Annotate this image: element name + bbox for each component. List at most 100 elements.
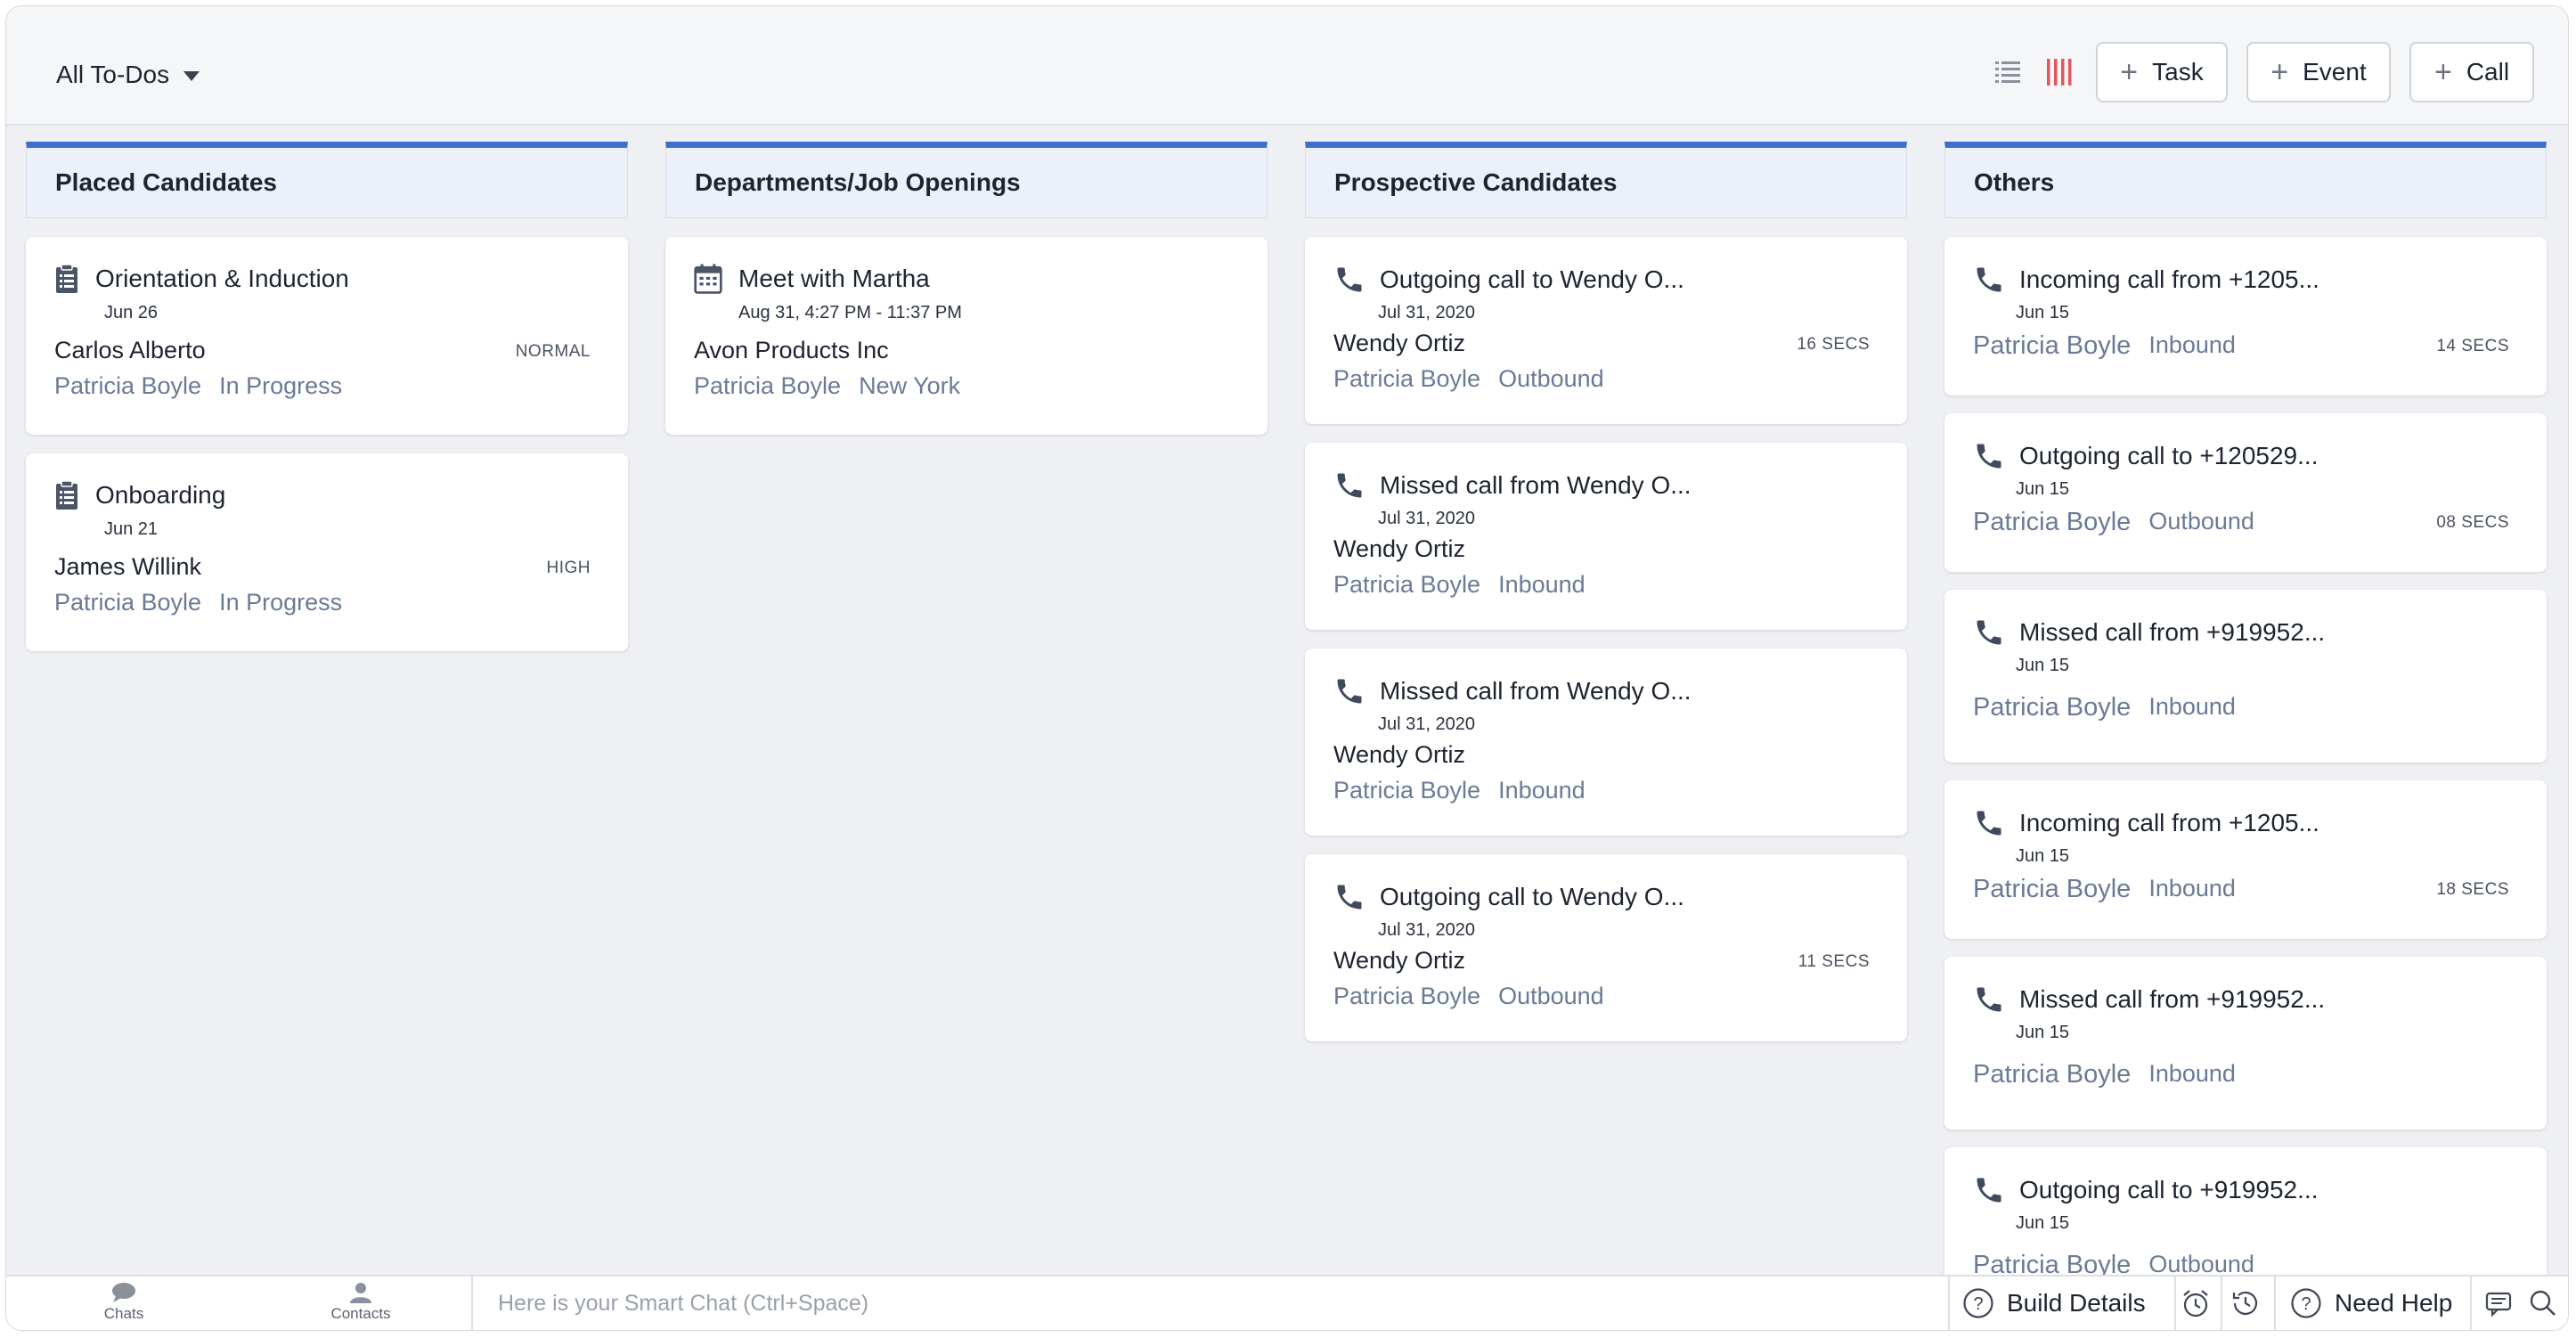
call-duration: 14 SECS [2436,337,2509,355]
phone-icon [1337,679,1362,704]
todo-card[interactable]: Onboarding Jun 21 James Willink HIGH Pat… [26,453,628,651]
card-title: Missed call from +919952... [2019,618,2326,646]
card-date: Jun 15 [2016,1213,2070,1233]
add-event-button[interactable]: + Event [2246,42,2391,102]
contacts-label: Contacts [330,1305,391,1322]
chats-tab[interactable]: Chats [84,1282,164,1323]
phone-icon [1337,473,1362,498]
column-header: Others [1944,142,2547,218]
contacts-tab[interactable]: Contacts [321,1282,401,1323]
need-help-button[interactable]: ? Need Help [2290,1277,2452,1330]
bottom-bar: Chats Contacts Here is your Smart Chat (… [6,1275,2568,1330]
todo-card[interactable]: Orientation & Induction Jun 26 Carlos Al… [26,237,628,435]
call-direction: Inbound [2148,875,2236,902]
card-date: Jul 31, 2020 [1378,303,1475,322]
column-prospective-candidates: Prospective Candidates Outgoing call to … [1305,142,1907,1041]
phone-icon [1977,444,2001,469]
plus-icon: + [2433,55,2452,89]
card-subject: Wendy Ortiz [1333,741,1466,768]
column-header: Prospective Candidates [1305,142,1907,218]
call-direction: Outbound [1498,983,1604,1009]
svg-text:?: ? [2301,1294,2311,1314]
card-date: Jul 31, 2020 [1378,920,1475,940]
view-selector-label: All To-Dos [56,61,170,88]
todo-card[interactable]: Outgoing call to Wendy O... Jul 31, 2020… [1305,854,1907,1041]
card-owner: Patricia Boyle [1973,1060,2132,1089]
message-board-icon[interactable] [2481,1285,2516,1321]
card-title: Outgoing call to Wendy O... [1380,265,1684,293]
calendar-icon [694,264,722,294]
card-title: Onboarding [95,481,226,509]
card-status: In Progress [219,372,343,399]
card-location: New York [859,372,961,399]
card-owner: Patricia Boyle [1333,365,1481,392]
svg-text:?: ? [1973,1294,1983,1314]
card-title: Outgoing call to Wendy O... [1380,883,1684,910]
card-status: In Progress [219,589,343,616]
history-icon[interactable] [2228,1285,2263,1321]
list-view-icon[interactable] [1991,54,2025,90]
card-owner: Patricia Boyle [1333,777,1481,804]
priority-badge: NORMAL [515,342,591,361]
call-direction: Inbound [1498,777,1586,804]
todo-card[interactable]: Missed call from Wendy O... Jul 31, 2020… [1305,443,1907,630]
column-title: Others [1974,168,2055,196]
card-subject: Carlos Alberto [54,337,206,363]
call-direction: Inbound [2148,693,2236,720]
build-details-label: Build Details [2007,1289,2146,1317]
card-owner: Patricia Boyle [54,589,202,616]
priority-badge: HIGH [546,559,591,577]
call-duration: 08 SECS [2436,513,2509,532]
call-direction: Inbound [2148,1060,2236,1087]
alarm-clock-icon[interactable] [2178,1285,2213,1321]
todo-card[interactable]: Outgoing call to Wendy O... Jul 31, 2020… [1305,237,1907,424]
call-duration: 16 SECS [1797,335,1870,354]
card-owner: Patricia Boyle [1973,508,2132,536]
phone-icon [1337,885,1362,910]
view-selector[interactable]: All To-Dos [56,53,200,97]
help-circle-icon: ? [2291,1288,2321,1318]
card-date: Jun 15 [2016,656,2070,675]
card-title: Incoming call from +1205... [2019,809,2319,836]
card-subject: James Willink [54,553,202,580]
card-owner: Patricia Boyle [1973,875,2132,903]
todo-card[interactable]: Missed call from Wendy O... Jul 31, 2020… [1305,649,1907,836]
todo-card[interactable]: Missed call from +919952... Jun 15 Patri… [1944,957,2547,1130]
todo-card[interactable]: Incoming call from +1205... Jun 15 Patri… [1944,237,2547,396]
todo-card[interactable]: Missed call from +919952... Jun 15 Patri… [1944,590,2547,763]
card-date: Jun 26 [104,303,159,322]
add-event-label: Event [2303,58,2367,86]
add-task-button[interactable]: + Task [2096,42,2228,102]
card-owner: Patricia Boyle [1973,693,2132,722]
build-details-button[interactable]: ? Build Details [1962,1277,2146,1330]
card-date: Jun 15 [2016,303,2070,322]
call-direction: Inbound [2148,331,2236,358]
chat-bubble-icon [112,1283,135,1302]
column-header: Placed Candidates [26,142,628,218]
card-title: Outgoing call to +919952... [2019,1176,2319,1203]
call-direction: Inbound [1498,571,1586,598]
card-title: Outgoing call to +120529... [2019,442,2319,469]
plus-icon: + [2270,55,2289,89]
card-title: Meet with Martha [738,265,930,292]
card-title: Incoming call from +1205... [2019,265,2319,293]
card-date: Jul 31, 2020 [1378,714,1475,734]
phone-icon [1977,811,2001,836]
card-owner: Patricia Boyle [694,372,842,399]
caret-down-icon [183,71,200,81]
add-call-button[interactable]: + Call [2409,42,2534,102]
need-help-label: Need Help [2335,1289,2453,1317]
phone-icon [1977,267,2001,292]
kanban-view-icon[interactable] [2042,54,2076,90]
column-title: Departments/Job Openings [695,168,1021,196]
card-owner: Patricia Boyle [1973,331,2132,360]
todo-card[interactable]: Meet with Martha Aug 31, 4:27 PM - 11:37… [665,237,1268,435]
call-duration: 11 SECS [1797,952,1870,971]
smart-chat-input[interactable]: Here is your Smart Chat (Ctrl+Space) [471,1277,1950,1330]
toolbar: All To-Dos + Task + Event + Call [6,6,2568,126]
smart-chat-placeholder: Here is your Smart Chat (Ctrl+Space) [498,1290,869,1316]
todo-card[interactable]: Outgoing call to +120529... Jun 15 Patri… [1944,413,2547,572]
search-icon[interactable] [2525,1285,2561,1321]
todo-card[interactable]: Incoming call from +1205... Jun 15 Patri… [1944,780,2547,939]
column-title: Prospective Candidates [1334,168,1618,196]
